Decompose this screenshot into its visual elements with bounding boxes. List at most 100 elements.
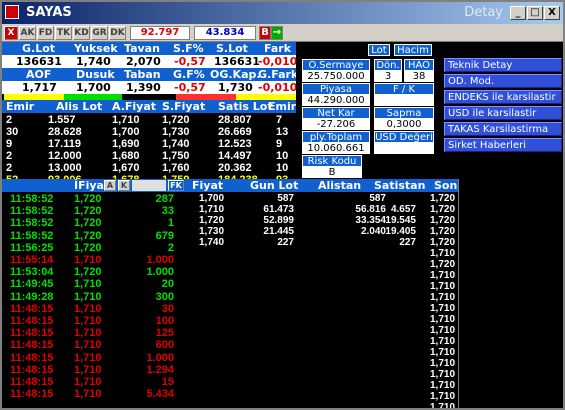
trade-row[interactable]: 11:48:15 1,710 1.000	[2, 352, 190, 364]
depth-cell: 9	[6, 138, 13, 150]
donem-value: 3	[374, 71, 402, 82]
sirket-haberleri-button[interactable]: Sirket Haberleri	[444, 138, 562, 152]
tab-hacim[interactable]: Hacim	[394, 44, 432, 56]
risk-kodu-label: Risk Kodu	[302, 155, 362, 167]
info-panel: Lot Hacim Ö.Sermaye 25.750.000 Dön. 3 HA…	[298, 42, 440, 178]
depth-header-alis-lot: Alis Lot	[56, 100, 103, 113]
header-dusuk: Dusuk	[76, 68, 115, 81]
tab-fd[interactable]: FD	[37, 26, 54, 40]
trade-lot: 30	[161, 302, 174, 315]
takas-karsilastirma-button[interactable]: TAKAS Karsilastirma	[444, 122, 562, 136]
price-display-2: 43.834	[194, 26, 256, 40]
header-ogkap: OG.Kap.	[210, 68, 261, 81]
trade-price: 1,710	[74, 363, 102, 376]
toolbar-close-button[interactable]: X	[4, 26, 18, 40]
price-cell: 227	[399, 237, 416, 248]
trade-row[interactable]: 11:48:15 1,710 1.294	[2, 364, 190, 376]
trade-row[interactable]: 11:48:15 1,710 600	[2, 339, 190, 351]
trades-k-button[interactable]: K	[118, 180, 130, 191]
trade-row[interactable]: 11:48:15 1,710 30	[2, 303, 190, 315]
window-title: SAYAS	[26, 5, 72, 20]
trade-row[interactable]: 11:49:28 1,710 300	[2, 291, 190, 303]
price-cell: 2.040	[360, 226, 386, 237]
minimize-button[interactable]: _	[510, 6, 526, 20]
trade-lot: 100	[155, 315, 174, 327]
tab-lot[interactable]: Lot	[368, 44, 390, 56]
depth-cell: 2	[6, 114, 13, 126]
usd-karsilastir-button[interactable]: USD ile karsilastir	[444, 106, 562, 120]
price-header-fiyat: Fiyat	[192, 179, 224, 192]
trade-time: 11:55:14	[10, 254, 54, 266]
trades-fk-button[interactable]: FK	[168, 180, 184, 191]
header-aof: AOF	[26, 68, 52, 81]
tab-dk[interactable]: DK	[109, 26, 126, 40]
trade-price: 1,710	[74, 327, 102, 340]
trade-lot: 1.000	[146, 266, 174, 279]
trade-price: 1,710	[74, 290, 102, 303]
trade-lot: 600	[155, 339, 174, 352]
trade-row[interactable]: 11:55:14 1,710 1.000	[2, 254, 190, 266]
tab-kd[interactable]: KD	[73, 26, 90, 40]
depth-cell: 1,730	[162, 126, 190, 138]
depth-cell: 13	[276, 126, 289, 138]
od-mod-button[interactable]: OD. Mod.	[444, 74, 562, 88]
depth-cell: 28.628	[48, 126, 82, 138]
trade-time: 11:49:28	[10, 290, 54, 303]
depth-cell: 7	[276, 114, 283, 126]
price-cell: 19.405	[385, 226, 416, 237]
value-dusuk: 1,700	[76, 81, 111, 94]
trade-row[interactable]: 11:53:04 1,720 1.000	[2, 266, 190, 278]
trade-row[interactable]: 11:48:15 1,710 15	[2, 376, 190, 388]
depth-cell: 1,680	[112, 150, 140, 162]
title-bar[interactable]: SAYAS Detay _ □ X	[2, 2, 563, 24]
value-gf: -0,57	[174, 81, 206, 94]
trade-lot: 300	[155, 290, 174, 303]
summary-values-2: 1,717 1,700 1,390 -0,57 1,730 -0,010	[2, 81, 296, 94]
trade-price: 1,710	[74, 351, 102, 364]
usd-value	[374, 143, 434, 154]
usd-label: USD Değeri	[374, 131, 434, 143]
price-cell: 52.899	[263, 215, 294, 226]
price-cell: 587	[369, 193, 386, 204]
depth-cell: 1,720	[162, 114, 190, 126]
depth-row: 2 1.557 1,710 1,720 28.807 7	[2, 114, 296, 126]
trade-lot: 5.434	[146, 388, 174, 401]
tab-tk[interactable]: TK	[55, 26, 72, 40]
hao-value: 38	[404, 71, 434, 82]
value-aof: 1,717	[22, 81, 57, 94]
trade-row[interactable]: 11:49:45 1,710 20	[2, 278, 190, 290]
depth-cell: 10	[276, 150, 289, 162]
risk-kodu-value: B	[302, 167, 362, 178]
arrow-right-icon[interactable]: →	[271, 26, 283, 40]
hao-label: HAO	[404, 59, 434, 71]
trade-price: 1,710	[74, 388, 102, 401]
depth-cell: 30	[6, 126, 19, 138]
price-cell: 56.816	[355, 204, 386, 215]
value-yuksek: 1,740	[76, 55, 111, 68]
tab-gr[interactable]: GR	[91, 26, 108, 40]
app-window: SAYAS Detay _ □ X X AK FD TK KD GR DK 9 2…	[0, 0, 565, 410]
depth-cell: 12.523	[218, 138, 252, 150]
trade-time: 11:48:15	[10, 315, 54, 327]
piyasa-label: Piyasa Değeri	[302, 83, 370, 107]
endeks-karsilastir-button[interactable]: ENDEKS ile karsilastir	[444, 90, 562, 104]
value-tavan: 2,070	[126, 55, 161, 68]
depth-cell: 1,750	[162, 150, 190, 162]
price-cell: 1,710	[199, 204, 225, 215]
trade-time: 11:48:15	[10, 376, 54, 388]
trade-row[interactable]: 11:48:15 1,710 125	[2, 327, 190, 339]
price-cell: 227	[277, 237, 294, 248]
trades-filter-input[interactable]	[132, 180, 166, 191]
header-gfark: G.Fark	[258, 68, 296, 81]
tab-ak[interactable]: AK	[19, 26, 36, 40]
depth-row: 2 13.000 1,670 1,760 20.362 10	[2, 162, 296, 174]
buy-button[interactable]: B	[259, 26, 271, 40]
trade-row[interactable]: 11:48:15 1,710 5.434	[2, 388, 190, 400]
price-cell: 19.545	[385, 215, 416, 226]
trades-a-button[interactable]: A	[104, 180, 116, 191]
close-button[interactable]: X	[544, 6, 560, 20]
teknik-detay-button[interactable]: Teknik Detay	[444, 58, 562, 72]
maximize-button[interactable]: □	[527, 6, 543, 20]
trade-time: 11:48:15	[10, 327, 54, 340]
trade-row[interactable]: 11:48:15 1,710 100	[2, 315, 190, 327]
